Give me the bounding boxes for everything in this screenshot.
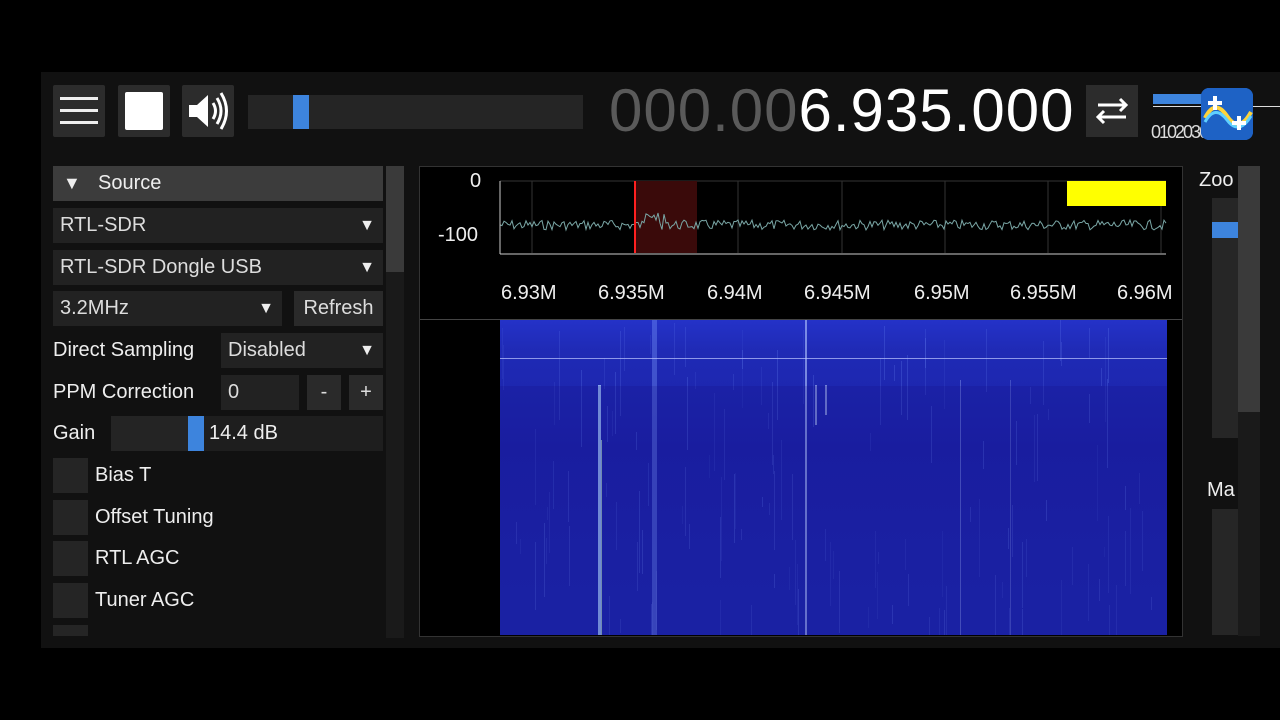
vfo-bandwidth-highlight[interactable] (635, 181, 697, 253)
gain-slider-grip[interactable] (188, 416, 204, 451)
volume-slider-grip[interactable] (293, 95, 309, 129)
dropdown-arrow-icon: ▼ (359, 342, 375, 359)
source-section-title: Source (98, 172, 162, 194)
ppm-correction-label: PPM Correction (53, 381, 195, 403)
panel-scrollbar[interactable] (386, 166, 404, 638)
direct-sampling-select[interactable]: Disabled ▼ (221, 333, 383, 368)
app-logo-icon (1201, 88, 1253, 140)
fft-grid (500, 180, 1166, 253)
x-axis-label: 6.94M (707, 282, 763, 304)
frequency-display[interactable]: 000.006.935.000 (609, 76, 1074, 146)
sample-rate-select[interactable]: 3.2MHz ▼ (53, 291, 282, 326)
waterfall-signal-trace (1061, 342, 1062, 366)
offset-tuning-checkbox[interactable] (53, 500, 88, 535)
collapse-arrow-icon: ▼ (63, 173, 81, 193)
rtl-agc-checkbox[interactable] (53, 541, 88, 576)
zoom-label: Zoo (1199, 169, 1234, 191)
stop-icon (125, 92, 163, 130)
x-axis-label: 6.955M (1010, 282, 1077, 304)
frequency-leading-digits[interactable]: 000.00 (609, 77, 799, 144)
direct-sampling-label: Direct Sampling (53, 339, 195, 361)
dropdown-arrow-icon: ▼ (359, 259, 375, 276)
device-value: RTL-SDR Dongle USB (60, 256, 262, 278)
max-slider[interactable] (1212, 509, 1238, 635)
waterfall-signal-trace (894, 365, 895, 381)
waterfall-horizontal-line (500, 358, 1167, 359)
right-panel-scrollbar-thumb[interactable] (1238, 166, 1260, 412)
waterfall-signal-trace (685, 327, 686, 367)
offset-tuning-label: Offset Tuning (95, 506, 214, 528)
bias-t-label: Bias T (95, 464, 152, 486)
bias-t-checkbox[interactable] (53, 458, 88, 493)
y-axis-label: 0 (470, 170, 482, 192)
waterfall-signal-trace (674, 323, 675, 375)
swap-button[interactable] (1086, 85, 1138, 137)
x-axis-label: 6.96M (1117, 282, 1173, 304)
waterfall-signal-trace (1101, 368, 1102, 386)
waterfall-signal-trace (503, 345, 504, 390)
play-stop-button[interactable] (118, 85, 170, 137)
gain-slider-fill (111, 416, 188, 451)
direct-sampling-value: Disabled (228, 339, 306, 361)
signal-level-marker (1067, 181, 1166, 206)
sdr-app-window: 000.006.935.000 0102030 ▼ Source RTL-SDR… (41, 72, 1280, 648)
ppm-increment-button[interactable]: + (349, 375, 383, 410)
waterfall-signal-trace (1108, 328, 1109, 383)
device-type-value: RTL-SDR (60, 214, 147, 236)
ppm-correction-input[interactable]: 0 (221, 375, 299, 410)
tuner-agc-checkbox[interactable] (53, 583, 88, 618)
waterfall-dark-band (500, 386, 1167, 635)
ppm-decrement-button[interactable]: - (307, 375, 341, 410)
dropdown-arrow-icon: ▼ (359, 217, 375, 234)
waterfall-signal-trace (624, 327, 625, 371)
ppm-correction-value: 0 (228, 381, 240, 403)
device-type-select[interactable]: RTL-SDR ▼ (53, 208, 383, 243)
waterfall-signal-trace (650, 335, 651, 354)
source-section-header[interactable]: ▼ Source (53, 166, 383, 201)
zoom-slider[interactable] (1212, 198, 1238, 438)
max-label: Ma (1207, 479, 1235, 501)
waterfall-signal-trace (1089, 328, 1090, 358)
sample-rate-value: 3.2MHz (60, 297, 129, 319)
waterfall-display[interactable] (500, 320, 1167, 635)
spectrum-view[interactable]: 0 -100 6.93M 6.935M 6.94M 6.945M 6.95M 6… (419, 166, 1183, 637)
x-axis-label: 6.945M (804, 282, 871, 304)
tuner-agc-label: Tuner AGC (95, 589, 195, 611)
refresh-button[interactable]: Refresh (294, 291, 383, 326)
frequency-digits[interactable]: 6.935.000 (799, 77, 1075, 144)
y-axis-label: -100 (438, 224, 479, 246)
waterfall-signal-trace (986, 329, 987, 392)
gain-value: 14.4 dB (209, 422, 278, 444)
volume-slider[interactable] (248, 95, 583, 129)
fft-trace (499, 212, 1167, 232)
rtl-agc-label: RTL AGC (95, 547, 180, 569)
gain-label: Gain (53, 422, 96, 444)
iq-correction-checkbox[interactable] (53, 625, 88, 636)
menu-button[interactable] (53, 85, 105, 137)
waterfall-signal-trace (884, 326, 885, 380)
right-panel-scrollbar[interactable] (1238, 166, 1260, 636)
source-panel: ▼ Source RTL-SDR ▼ RTL-SDR Dongle USB ▼ … (53, 166, 385, 636)
waterfall-signal-trace (604, 358, 605, 389)
gain-slider[interactable]: 14.4 dB (111, 416, 383, 451)
zoom-slider-grip[interactable] (1212, 222, 1238, 238)
device-select[interactable]: RTL-SDR Dongle USB ▼ (53, 250, 383, 285)
mute-button[interactable] (182, 85, 234, 137)
x-axis-label: 6.95M (914, 282, 970, 304)
snr-meter-ticks: 0102030 (1151, 122, 1209, 140)
swap-arrows-icon (1095, 97, 1129, 125)
x-axis-label: 6.935M (598, 282, 665, 304)
dropdown-arrow-icon: ▼ (258, 300, 274, 317)
x-axis-label: 6.93M (501, 282, 557, 304)
speaker-icon (189, 92, 228, 130)
panel-scrollbar-thumb[interactable] (386, 166, 404, 272)
